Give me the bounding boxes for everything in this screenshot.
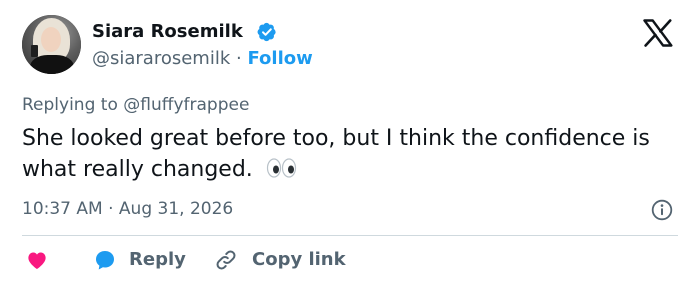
reply-target-handle[interactable]: @fluffyfrappee [123, 95, 249, 115]
meta-separator: · [108, 199, 114, 219]
reply-context: Replying to @fluffyfrappee [22, 94, 249, 116]
tweet-timestamp[interactable]: 10:37 AM · Aug 31, 2026 [22, 198, 233, 220]
info-icon[interactable] [651, 199, 673, 221]
handle-separator: · [236, 48, 242, 69]
x-logo-icon[interactable] [643, 19, 673, 47]
tweet-card: Siara Rosemilk @siararosemilk · Follow R… [0, 0, 700, 287]
avatar[interactable] [22, 15, 81, 74]
tweet-text: She looked great before too, but I think… [22, 126, 650, 182]
author-name[interactable]: Siara Rosemilk [92, 21, 243, 43]
reply-prefix: Replying to [22, 95, 118, 115]
author-handle[interactable]: @siararosemilk [92, 48, 230, 69]
reply-icon[interactable] [94, 249, 116, 271]
tweet-date: Aug 31, 2026 [118, 199, 234, 219]
tweet-time: 10:37 AM [22, 199, 103, 219]
verified-badge-icon [257, 22, 276, 42]
follow-button[interactable]: Follow [247, 48, 312, 69]
tweet-body: She looked great before too, but I think… [22, 123, 662, 185]
link-icon[interactable] [215, 249, 237, 271]
divider [22, 235, 678, 236]
eyes-emoji-icon [266, 158, 296, 178]
reply-button[interactable]: Reply [129, 249, 186, 271]
heart-icon[interactable] [26, 250, 48, 270]
copy-link-button[interactable]: Copy link [252, 249, 346, 271]
handle-row: @siararosemilk · Follow [92, 48, 313, 70]
